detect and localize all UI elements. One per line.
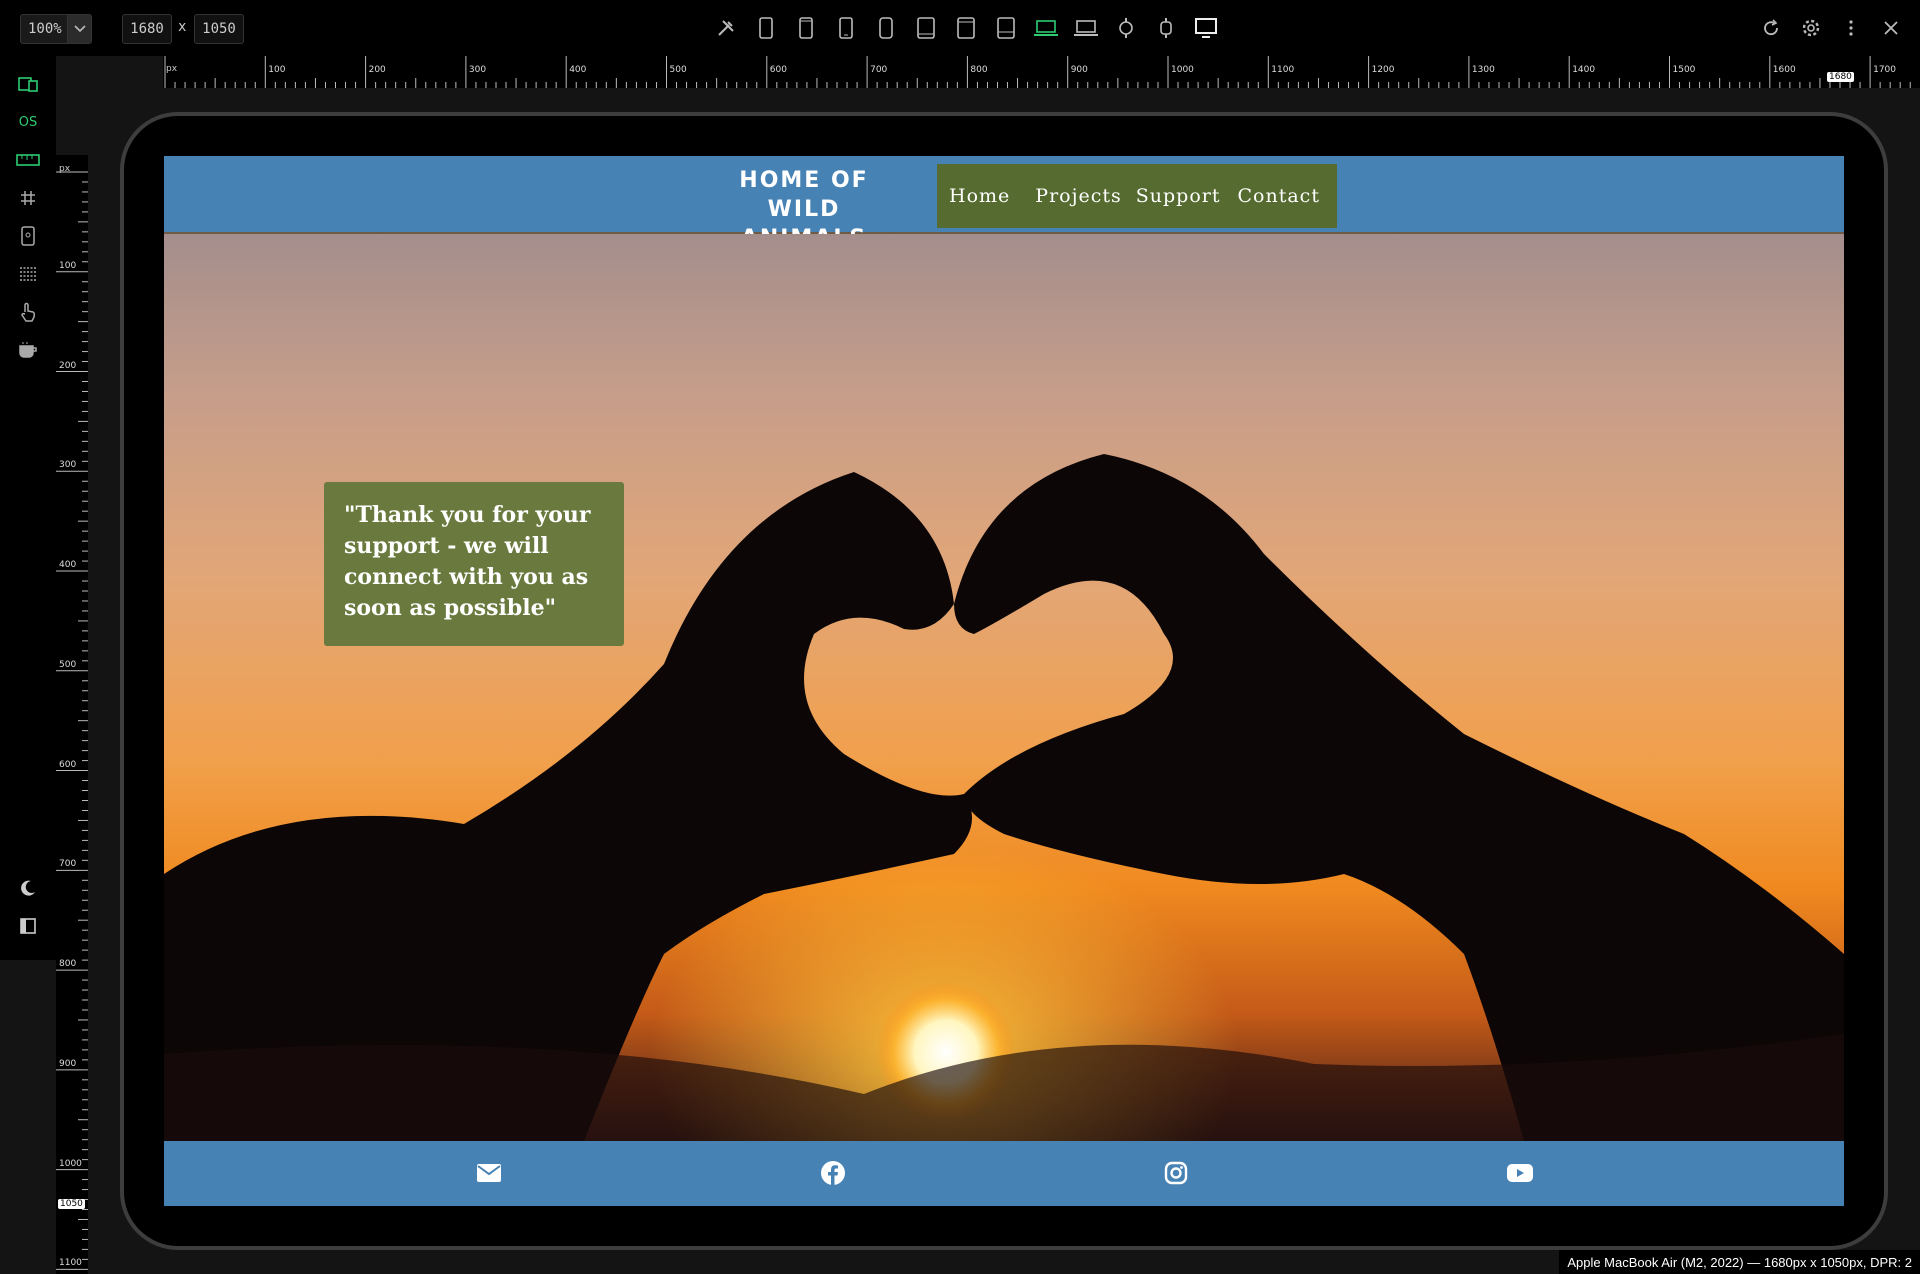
ruler-tick-label: 900 (59, 1058, 77, 1069)
ruler-tick-label: 1300 (1471, 65, 1495, 75)
nav-home[interactable]: Home (949, 185, 1010, 207)
ruler-tick-label: 1500 (1672, 65, 1696, 75)
laptop-icon[interactable] (1072, 14, 1100, 42)
touch-icon[interactable] (14, 298, 42, 326)
ruler-height-marker: 1050 (58, 1199, 85, 1209)
nav-contact[interactable]: Contact (1238, 185, 1320, 207)
heart-hands-silhouette (164, 454, 1844, 1141)
ruler-tick-label: 400 (569, 65, 587, 75)
tablet-icon[interactable] (992, 14, 1020, 42)
ruler-tick-label: 400 (59, 560, 77, 571)
ruler-unit-label: px (59, 164, 71, 174)
devices-icon[interactable] (14, 70, 42, 98)
sidebar-icon[interactable] (14, 912, 42, 940)
thank-you-quote: "Thank you for your support - we will co… (324, 482, 624, 646)
dimension-separator: x (178, 19, 187, 35)
ruler-tick-label: 1100 (59, 1258, 82, 1269)
ruler-icon[interactable] (14, 146, 42, 174)
ruler-tick-label: 700 (59, 859, 77, 870)
lines-icon[interactable] (14, 260, 42, 288)
phone-icon[interactable] (872, 14, 900, 42)
ruler-width-marker: 1680 (1827, 72, 1854, 82)
width-input[interactable]: 1680 (122, 14, 172, 44)
close-icon[interactable] (1878, 14, 1904, 42)
left-sidebar: OS (0, 56, 56, 960)
phone-icon[interactable] (832, 14, 860, 42)
top-toolbar: 100% 1680 x 1050 (0, 0, 1920, 56)
device-picker (712, 14, 1220, 42)
device-status-bar: Apple MacBook Air (M2, 2022) — 1680px x … (1559, 1250, 1920, 1274)
vertical-ruler: px 100 200 300 400 500 600 700 800 900 1000 1100 1… (56, 155, 88, 1274)
coffee-icon[interactable] (14, 336, 42, 364)
nav-support[interactable]: Support (1136, 185, 1221, 207)
horizontal-ruler: px 100 200 300 400 500 600 700 800 900 1000 1100 12… (163, 56, 1920, 88)
youtube-icon[interactable] (1505, 1158, 1535, 1188)
instagram-icon[interactable] (1161, 1158, 1191, 1188)
ruler-tick-label: 500 (59, 659, 77, 670)
refresh-icon[interactable] (1758, 14, 1784, 42)
hero-image: "Thank you for your support - we will co… (164, 234, 1844, 1141)
ruler-tick-label: 200 (59, 360, 77, 371)
ruler-tick-label: 300 (468, 65, 487, 75)
window-actions (1758, 14, 1904, 42)
watch-icon[interactable] (1112, 14, 1140, 42)
ruler-tick-label: 600 (59, 759, 77, 770)
ruler-tick-label: 600 (769, 65, 787, 75)
ruler-tick-label: 1100 (1271, 65, 1295, 75)
zoom-select[interactable]: 100% (20, 14, 92, 44)
ruler-tick-label: 1400 (1572, 65, 1596, 75)
ruler-tick-label: 100 (59, 260, 77, 271)
tablet-icon[interactable] (952, 14, 980, 42)
tools-icon[interactable] (712, 14, 740, 42)
ruler-tick-label: 1700 (1873, 65, 1896, 75)
site-header: HOME OF WILD ANIMALS Home Projects Suppo… (164, 156, 1844, 251)
ruler-tick-label: 1000 (59, 1158, 82, 1169)
gear-icon[interactable] (1798, 14, 1824, 42)
ruler-tick-label: 100 (268, 65, 286, 75)
ruler-tick-label: 200 (368, 65, 386, 75)
watch-icon[interactable] (1152, 14, 1180, 42)
ruler-tick-label: 800 (970, 65, 988, 75)
zoom-value: 100% (28, 21, 62, 37)
laptop-icon[interactable] (1032, 14, 1060, 42)
phone-icon[interactable] (792, 14, 820, 42)
ruler-tick-label: 300 (59, 460, 77, 471)
device-screen: HOME OF WILD ANIMALS Home Projects Suppo… (164, 156, 1844, 1206)
height-input[interactable]: 1050 (194, 14, 244, 44)
envelope-icon[interactable] (474, 1158, 504, 1188)
ruler-tick-label: 1000 (1171, 65, 1194, 75)
more-icon[interactable] (1838, 14, 1864, 42)
os-icon[interactable]: OS (14, 108, 42, 136)
ruler-tick-label: 700 (870, 65, 888, 75)
grid-icon[interactable] (14, 184, 42, 212)
ruler-tick-label: 1600 (1772, 65, 1796, 75)
moon-icon[interactable] (14, 874, 42, 902)
ruler-tick-label: 800 (59, 959, 77, 970)
chevron-down-icon[interactable] (67, 15, 91, 43)
monitor-icon[interactable] (1192, 14, 1220, 42)
site-nav: Home Projects Support Contact (937, 164, 1337, 228)
phone-icon[interactable] (752, 14, 780, 42)
site-footer (164, 1141, 1844, 1206)
ruler-tick-label: 500 (669, 65, 687, 75)
ruler-tick-label: 900 (1070, 65, 1088, 75)
ruler-unit-label: px (166, 64, 178, 74)
facebook-icon[interactable] (818, 1158, 848, 1188)
device-frame-icon[interactable] (14, 222, 42, 250)
ruler-tick-label: 1200 (1371, 65, 1395, 75)
tablet-icon[interactable] (912, 14, 940, 42)
nav-projects[interactable]: Projects (1035, 185, 1121, 207)
